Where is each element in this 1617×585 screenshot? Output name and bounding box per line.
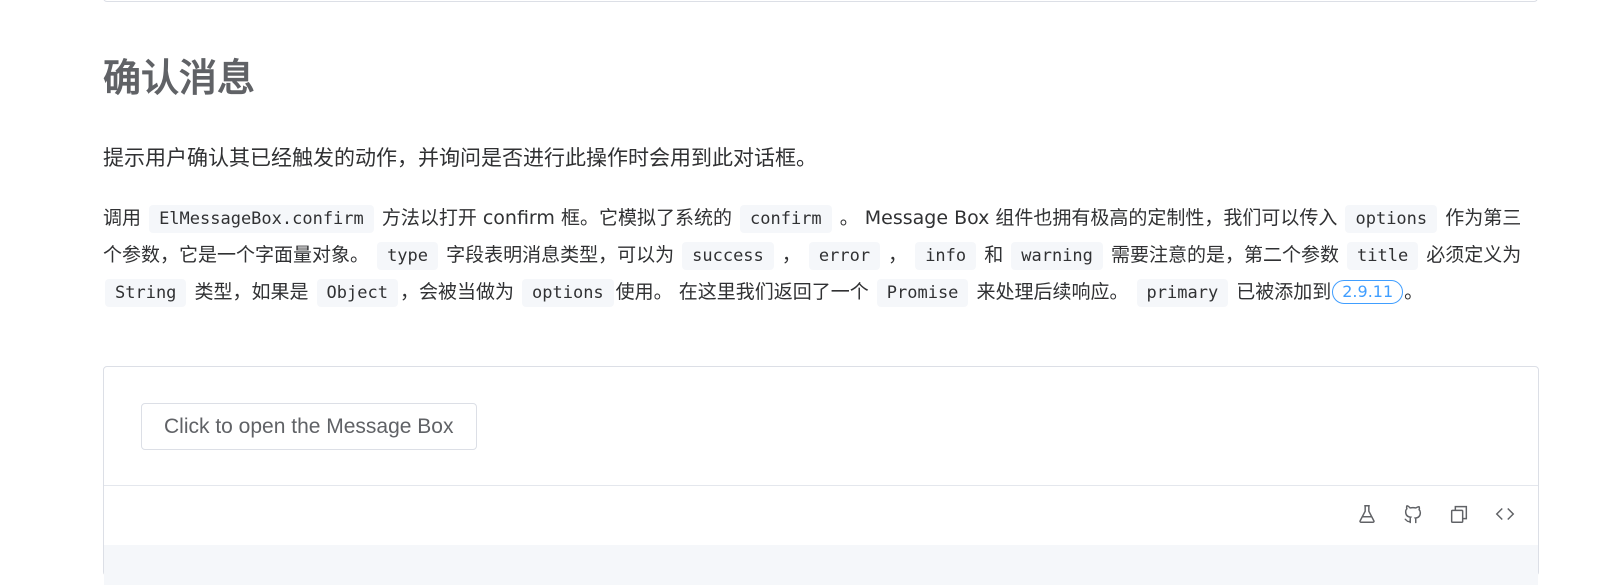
inline-code: success bbox=[682, 242, 774, 270]
inline-code: info bbox=[915, 242, 977, 270]
inline-code: options bbox=[522, 279, 614, 307]
desc-text: 来处理后续响应。 bbox=[976, 281, 1129, 303]
inline-code: options bbox=[1345, 205, 1438, 233]
github-icon[interactable] bbox=[1402, 503, 1424, 525]
section-description: 调用 ElMessageBox.confirm 方法以打开 confirm 框。… bbox=[103, 200, 1528, 311]
desc-text: 和 bbox=[984, 244, 1004, 266]
desc-text: ， bbox=[781, 244, 801, 266]
desc-text: 方法以打开 confirm 框。它模拟了系统的 bbox=[381, 207, 732, 229]
desc-text: 类型，如果是 bbox=[194, 281, 309, 303]
copy-icon[interactable] bbox=[1448, 503, 1470, 525]
inline-code: warning bbox=[1011, 242, 1103, 270]
inline-code: ElMessageBox.confirm bbox=[149, 205, 374, 233]
inline-code: primary bbox=[1136, 279, 1229, 307]
demo-code-area bbox=[104, 545, 1538, 585]
demo-block: Click to open the Message Box bbox=[103, 366, 1539, 585]
section-lead: 提示用户确认其已经触发的动作，并询问是否进行此操作时会用到此对话框。 bbox=[103, 146, 817, 170]
inline-code: error bbox=[808, 242, 881, 270]
code-icon[interactable] bbox=[1494, 503, 1516, 525]
inline-code: confirm bbox=[740, 205, 832, 233]
inline-code: title bbox=[1347, 242, 1419, 270]
section-title: 确认消息 bbox=[103, 56, 256, 100]
inline-code: type bbox=[377, 242, 439, 270]
desc-text: 必须定义为 bbox=[1426, 244, 1522, 266]
desc-text: 。 bbox=[1404, 281, 1424, 303]
version-badge: 2.9.11 bbox=[1332, 280, 1404, 304]
desc-text: 已被添加到 bbox=[1236, 281, 1332, 303]
desc-text: 需要注意的是，第二个参数 bbox=[1110, 244, 1339, 266]
inline-code: String bbox=[105, 279, 187, 307]
desc-text: 调用 bbox=[103, 207, 142, 229]
desc-text: 。 Message Box 组件也拥有极高的定制性，我们可以传入 bbox=[839, 207, 1338, 229]
desc-text: ，会被当做为 bbox=[399, 281, 514, 303]
open-message-box-button[interactable]: Click to open the Message Box bbox=[141, 403, 477, 450]
desc-text: 字段表明消息类型，可以为 bbox=[446, 244, 675, 266]
desc-text: 使用。 在这里我们返回了一个 bbox=[615, 281, 869, 303]
demo-actions-toolbar bbox=[1356, 503, 1516, 525]
flask-icon[interactable] bbox=[1356, 503, 1378, 525]
desc-text: ， bbox=[888, 244, 908, 266]
inline-code: Promise bbox=[876, 279, 969, 307]
demo-divider bbox=[104, 485, 1538, 486]
inline-code: Object bbox=[316, 279, 398, 307]
previous-demo-block bbox=[103, 0, 1538, 2]
